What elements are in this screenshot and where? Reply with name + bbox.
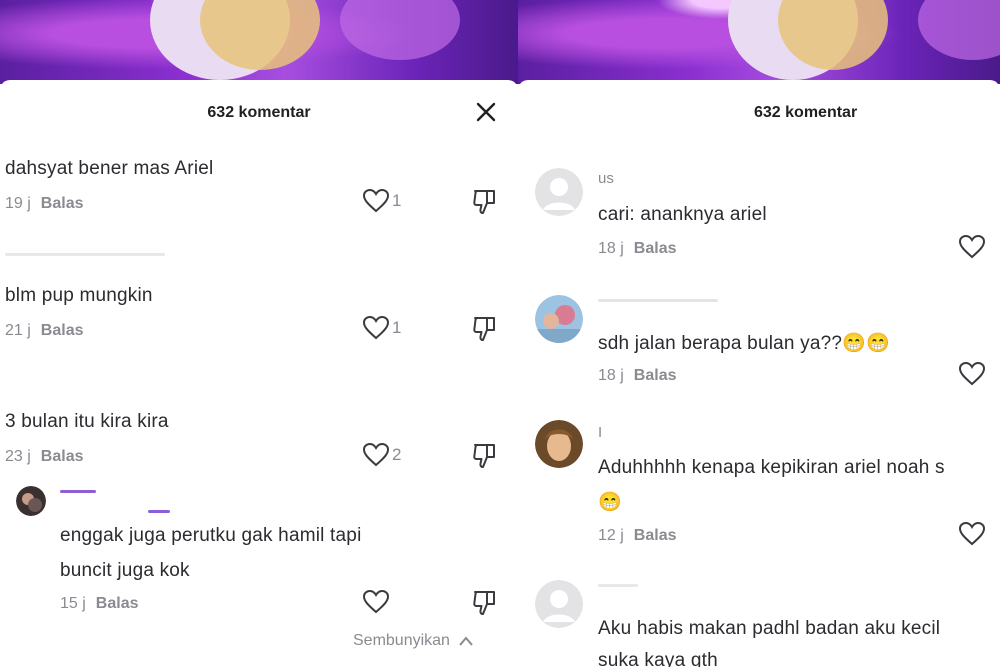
hide-replies-button[interactable]: Sembunyikan [353, 632, 474, 650]
comment-text: sdh jalan berapa bulan ya??😁😁 [598, 333, 890, 354]
chevron-up-icon [459, 636, 474, 646]
comment-text-line1: Aduhhhhh kenapa kepikiran ariel noah s [598, 457, 945, 478]
blurred-username [5, 253, 165, 256]
blurred-username [598, 299, 718, 302]
comment-meta: 23 j Balas [5, 448, 84, 466]
heart-icon [362, 315, 390, 340]
like-count: 1 [392, 318, 402, 337]
like-count: 2 [392, 445, 402, 464]
comment-text: cari: ananknya ariel [598, 204, 767, 225]
comment-meta: 18 j Balas [598, 240, 677, 258]
comment-text: blm pup mungkin [5, 285, 153, 306]
heart-icon [362, 188, 390, 213]
dislike-icon[interactable] [472, 315, 498, 348]
reply-button[interactable]: Balas [634, 240, 677, 257]
reply-button[interactable]: Balas [41, 195, 84, 212]
comment-meta: 12 j Balas [598, 527, 677, 545]
comment-text-line1: Aku habis makan padhl badan aku kecil [598, 618, 941, 639]
comment-time: 18 j [598, 240, 624, 257]
heart-icon [958, 361, 986, 386]
comment-time: 18 j [598, 367, 624, 384]
comment-meta: 15 j Balas [60, 595, 139, 613]
dislike-icon[interactable] [472, 442, 498, 475]
comments-panel-left: 632 komentar dahsyat bener mas Ariel 19 … [0, 0, 518, 667]
reply-button[interactable]: Balas [634, 527, 677, 544]
comment-text: 3 bulan itu kira kira [5, 411, 169, 432]
comment-time: 19 j [5, 195, 31, 212]
heart-icon [362, 589, 390, 614]
comment-meta: 19 j Balas [5, 195, 84, 213]
comment-text-line2: 😁 [598, 492, 622, 513]
blurred-username [598, 584, 638, 587]
reply-button[interactable]: Balas [96, 595, 139, 612]
video-background[interactable] [0, 0, 518, 84]
avatar[interactable] [16, 486, 46, 516]
dislike-icon[interactable] [472, 589, 498, 622]
blurred-username [148, 510, 170, 513]
comment-meta: 21 j Balas [5, 322, 84, 340]
video-background[interactable] [518, 0, 1000, 84]
heart-icon [362, 442, 390, 467]
avatar[interactable] [535, 420, 583, 468]
blurred-username [60, 490, 96, 493]
reply-button[interactable]: Balas [634, 367, 677, 384]
like-count: 1 [392, 191, 402, 210]
reply-text-line1: enggak juga perutku gak hamil tapi [60, 525, 362, 546]
like-button[interactable] [958, 521, 986, 547]
like-button[interactable] [362, 589, 390, 615]
comment-count-title: 632 komentar [754, 104, 858, 121]
comment-username[interactable]: I [598, 424, 602, 441]
heart-icon [958, 234, 986, 259]
close-icon[interactable] [474, 100, 498, 124]
comment-text: dahsyat bener mas Ariel [5, 158, 214, 179]
default-avatar-icon[interactable] [535, 168, 583, 216]
hide-replies-label: Sembunyikan [353, 632, 450, 649]
reply-text-line2: buncit juga kok [60, 560, 190, 581]
comment-time: 15 j [60, 595, 86, 612]
heart-icon [958, 521, 986, 546]
like-button[interactable]: 1 [362, 188, 401, 214]
dislike-icon[interactable] [472, 188, 498, 221]
comment-count-title: 632 komentar [207, 104, 311, 121]
avatar[interactable] [535, 295, 583, 343]
comment-text-line2: suka kaya gth [598, 650, 718, 667]
comment-time: 12 j [598, 527, 624, 544]
comment-username[interactable]: us [598, 170, 614, 187]
like-button[interactable] [958, 234, 986, 260]
default-avatar-icon[interactable] [535, 580, 583, 628]
comment-time: 21 j [5, 322, 31, 339]
comment-time: 23 j [5, 448, 31, 465]
like-button[interactable]: 2 [362, 442, 401, 468]
reply-button[interactable]: Balas [41, 448, 84, 465]
comment-meta: 18 j Balas [598, 367, 677, 385]
like-button[interactable] [958, 361, 986, 387]
comments-sheet [518, 80, 1000, 667]
comments-panel-right: 632 komentar us cari: ananknya ariel 18 … [518, 0, 1000, 667]
like-button[interactable]: 1 [362, 315, 401, 341]
reply-button[interactable]: Balas [41, 322, 84, 339]
